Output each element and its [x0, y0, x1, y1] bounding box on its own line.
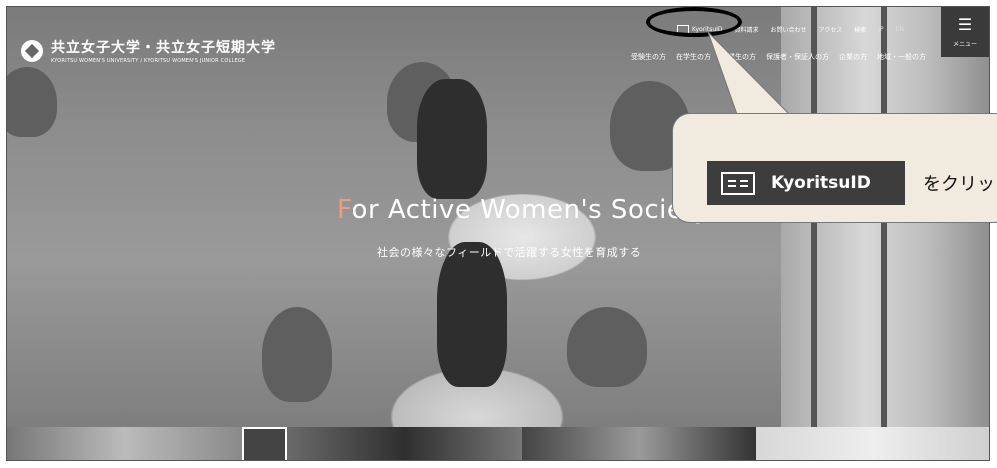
thumbnail[interactable] [521, 427, 757, 460]
contact-link[interactable]: お問い合わせ [771, 25, 807, 34]
access-link[interactable]: アクセス [819, 25, 843, 34]
hero-headline-initial: F [337, 195, 352, 225]
hamburger-icon: ☰ [957, 14, 973, 34]
lang-jp[interactable]: JP [878, 26, 883, 33]
id-card-icon [721, 171, 755, 195]
thumbnail-strip [7, 427, 989, 460]
nav-item[interactable]: 地域・一般の方 [877, 52, 926, 62]
nav-item[interactable]: 保護者・保証人の方 [766, 52, 829, 62]
person [437, 242, 507, 387]
site-title: 共立女子大学・共立女子短期大学 [51, 40, 276, 56]
kyoritsuid-badge: KyoritsuID [707, 161, 905, 205]
callout-instruction: をクリック [923, 174, 997, 195]
hero-headline: For Active Women's Society [337, 195, 710, 225]
chair [7, 67, 57, 137]
highlight-circle [646, 7, 742, 37]
logo-emblem-icon [21, 39, 43, 62]
thumbnail[interactable] [286, 427, 522, 460]
nav-item[interactable]: 卒業生の方 [721, 52, 756, 62]
chair [567, 307, 647, 387]
callout-row: KyoritsuID をクリック [707, 161, 997, 205]
nav-item[interactable]: 在学生の方 [676, 52, 711, 62]
lang-en[interactable]: EN [896, 26, 904, 33]
menu-button[interactable]: ☰ メニュー [941, 7, 989, 57]
hero-subline: 社会の様々なフィールドで活躍する女性を育成する [377, 246, 642, 259]
site-subtitle: KYORITSU WOMEN'S UNIVERSITY / KYORITSU W… [51, 58, 246, 64]
main-nav: 受験生の方 在学生の方 卒業生の方 保護者・保証人の方 企業の方 地域・一般の方 [631, 52, 926, 62]
thumbnail-selected[interactable] [241, 427, 287, 460]
search-link[interactable]: 検索 [854, 25, 866, 34]
browser-frame: 共立女子大学・共立女子短期大学 KYORITSU WOMEN'S UNIVERS… [6, 6, 990, 461]
menu-label: メニュー [952, 40, 977, 48]
chair [262, 307, 332, 402]
instruction-callout: KyoritsuID をクリック [672, 113, 997, 223]
nav-item[interactable]: 受験生の方 [631, 52, 666, 62]
nav-item[interactable]: 企業の方 [839, 52, 867, 62]
person [417, 79, 487, 199]
kyoritsuid-badge-label: KyoritsuID [771, 173, 871, 193]
thumbnail[interactable] [756, 427, 989, 460]
hero-headline-text: or Active Women's Society [351, 195, 710, 225]
thumbnail[interactable] [7, 427, 242, 460]
site-logo[interactable]: 共立女子大学・共立女子短期大学 KYORITSU WOMEN'S UNIVERS… [21, 37, 276, 64]
